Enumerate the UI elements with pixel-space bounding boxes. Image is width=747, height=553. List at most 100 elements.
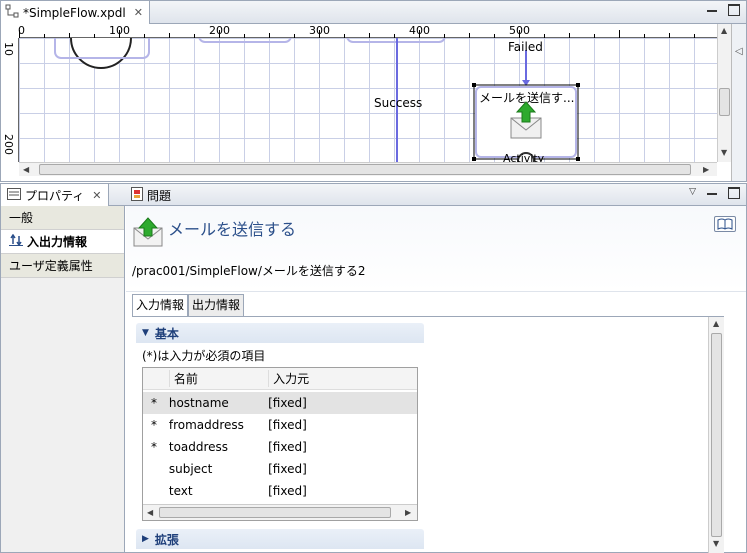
table-row[interactable]: text [fixed]: [143, 480, 417, 502]
section-basic-header[interactable]: ▼ 基本: [136, 323, 424, 343]
sidebar-item-label: 入出力情報: [27, 234, 88, 249]
table-row[interactable]: * hostname [fixed]: [143, 392, 417, 414]
editor-window-controls: [706, 4, 740, 16]
triangle-down-icon: ▼: [142, 328, 149, 338]
input-form: ▼ 基本 (*)は入力が必須の項目 名前 入力元 * hostname [fix…: [132, 316, 724, 553]
required-mark: *: [151, 418, 157, 432]
triangle-right-icon: ▶: [142, 534, 149, 544]
minimize-icon[interactable]: [706, 4, 718, 16]
ruler-label: 200: [2, 134, 15, 155]
param-source: [fixed]: [268, 396, 307, 410]
scroll-right-icon[interactable]: ▶: [405, 508, 411, 517]
properties-pane: プロパティ ✕ 問題 ▽ 一般 入出力情報 ユーザ定義属性 メールを送信する /…: [0, 183, 747, 553]
column-header-source[interactable]: 入力元: [268, 370, 417, 387]
sidebar-item-user-attributes[interactable]: ユーザ定義属性: [1, 254, 124, 278]
param-name: toaddress: [168, 440, 229, 454]
properties-tabbar: プロパティ ✕ 問題 ▽: [1, 184, 746, 206]
scroll-down-icon[interactable]: ▼: [713, 539, 719, 548]
input-table: 名前 入力元 * hostname [fixed] * fromaddress …: [142, 367, 418, 521]
editor-horizontal-scrollbar[interactable]: ◀ ▶: [19, 162, 717, 176]
io-subtabs: 入力情報 出力情報: [132, 294, 245, 316]
node-subtitle: Activity: [503, 152, 545, 162]
minimize-icon[interactable]: [706, 187, 718, 199]
ruler-label: 200: [209, 24, 230, 37]
scroll-thumb[interactable]: [711, 333, 722, 537]
required-mark: *: [151, 440, 157, 454]
ruler-label: 500: [509, 24, 530, 37]
palette-toggle[interactable]: ◁: [731, 24, 746, 181]
ruler-label: 300: [309, 24, 330, 37]
form-vertical-scrollbar[interactable]: ▲ ▼: [708, 317, 724, 553]
required-note: (*)は入力が必須の項目: [142, 349, 266, 363]
param-source: [fixed]: [268, 462, 307, 476]
io-icon: [9, 230, 23, 254]
tab-simpleflow[interactable]: *SimpleFlow.xpdl ✕: [1, 1, 150, 24]
editor-pane: *SimpleFlow.xpdl ✕ 0 100 200 300 400 500…: [0, 0, 747, 182]
success-label: Success: [374, 96, 423, 110]
ruler-label: 100: [109, 24, 130, 37]
param-name: subject: [168, 462, 213, 476]
param-name: text: [168, 484, 193, 498]
table-row[interactable]: * fromaddress [fixed]: [143, 414, 417, 436]
help-book-icon[interactable]: [714, 216, 736, 232]
sidebar-item-general[interactable]: 一般: [1, 206, 124, 230]
properties-header: メールを送信する /prac001/SimpleFlow/メールを送信する2: [126, 206, 746, 292]
sidebar-item-io[interactable]: 入出力情報: [1, 230, 124, 254]
tab-properties-label: プロパティ: [25, 188, 85, 203]
properties-sidebar: 一般 入出力情報 ユーザ定義属性: [1, 206, 125, 552]
horizontal-ruler: 0 100 200 300 400 500: [18, 24, 717, 38]
ruler-label: 10: [2, 42, 15, 56]
editor-vertical-scrollbar[interactable]: ▲ ▼: [717, 24, 731, 162]
start-event[interactable]: [70, 38, 132, 69]
maximize-icon[interactable]: [728, 4, 740, 16]
param-source: [fixed]: [268, 440, 307, 454]
sidebar-item-label: ユーザ定義属性: [9, 258, 93, 273]
close-icon[interactable]: ✕: [134, 6, 143, 19]
failed-label: Failed: [508, 40, 543, 54]
scroll-left-icon[interactable]: ◀: [147, 508, 153, 517]
properties-window-controls: ▽: [689, 187, 740, 199]
param-source: [fixed]: [268, 418, 307, 432]
tab-input-info[interactable]: 入力情報: [132, 294, 189, 316]
close-icon[interactable]: ✕: [92, 189, 101, 202]
tab-output-info[interactable]: 出力情報: [188, 294, 245, 316]
scroll-thumb[interactable]: [719, 88, 730, 116]
param-name: fromaddress: [168, 418, 244, 432]
scroll-up-icon[interactable]: ▲: [713, 319, 719, 328]
diagram-svg: [54, 38, 580, 162]
diagram-canvas[interactable]: 0 100 200 300 400 500 10 200 Failed Succ…: [1, 24, 717, 162]
page-title: メールを送信する: [168, 220, 297, 239]
properties-content: メールを送信する /prac001/SimpleFlow/メールを送信する2 入…: [126, 206, 746, 553]
tab-label: *SimpleFlow.xpdl: [23, 5, 126, 20]
problems-icon: [131, 186, 143, 204]
node-title: メールを送信す...: [479, 91, 575, 105]
scroll-left-icon[interactable]: ◀: [23, 165, 29, 174]
column-header-name[interactable]: 名前: [168, 370, 268, 387]
table-horizontal-scrollbar[interactable]: ◀ ▶: [143, 504, 417, 520]
scroll-thumb[interactable]: [159, 507, 391, 518]
sidebar-item-label: 一般: [9, 210, 34, 225]
properties-icon: [7, 187, 21, 203]
mail-send-icon: [132, 216, 164, 251]
table-row[interactable]: subject [fixed]: [143, 458, 417, 480]
section-ext-header[interactable]: ▶ 拡張: [136, 529, 424, 549]
tab-problems[interactable]: 問題: [125, 184, 177, 206]
tab-properties[interactable]: プロパティ ✕: [1, 184, 109, 206]
scroll-up-icon[interactable]: ▲: [721, 26, 727, 35]
view-menu-icon[interactable]: ▽: [689, 187, 696, 199]
activity-box: [198, 38, 292, 43]
scroll-down-icon[interactable]: ▼: [721, 148, 727, 157]
flow-file-icon: [5, 4, 19, 21]
table-row[interactable]: * toaddress [fixed]: [143, 436, 417, 458]
scroll-right-icon[interactable]: ▶: [703, 165, 709, 174]
chevron-left-icon[interactable]: ◁: [735, 46, 743, 57]
required-mark: *: [151, 396, 157, 410]
ruler-label: 0: [18, 24, 25, 37]
editor-tabbar: *SimpleFlow.xpdl ✕: [1, 1, 746, 24]
vertical-ruler: 10 200: [1, 38, 19, 162]
param-source: [fixed]: [268, 484, 307, 498]
param-name: hostname: [168, 396, 229, 410]
scroll-thumb[interactable]: [39, 164, 691, 175]
maximize-icon[interactable]: [728, 187, 740, 199]
section-basic-label: 基本: [154, 326, 179, 341]
